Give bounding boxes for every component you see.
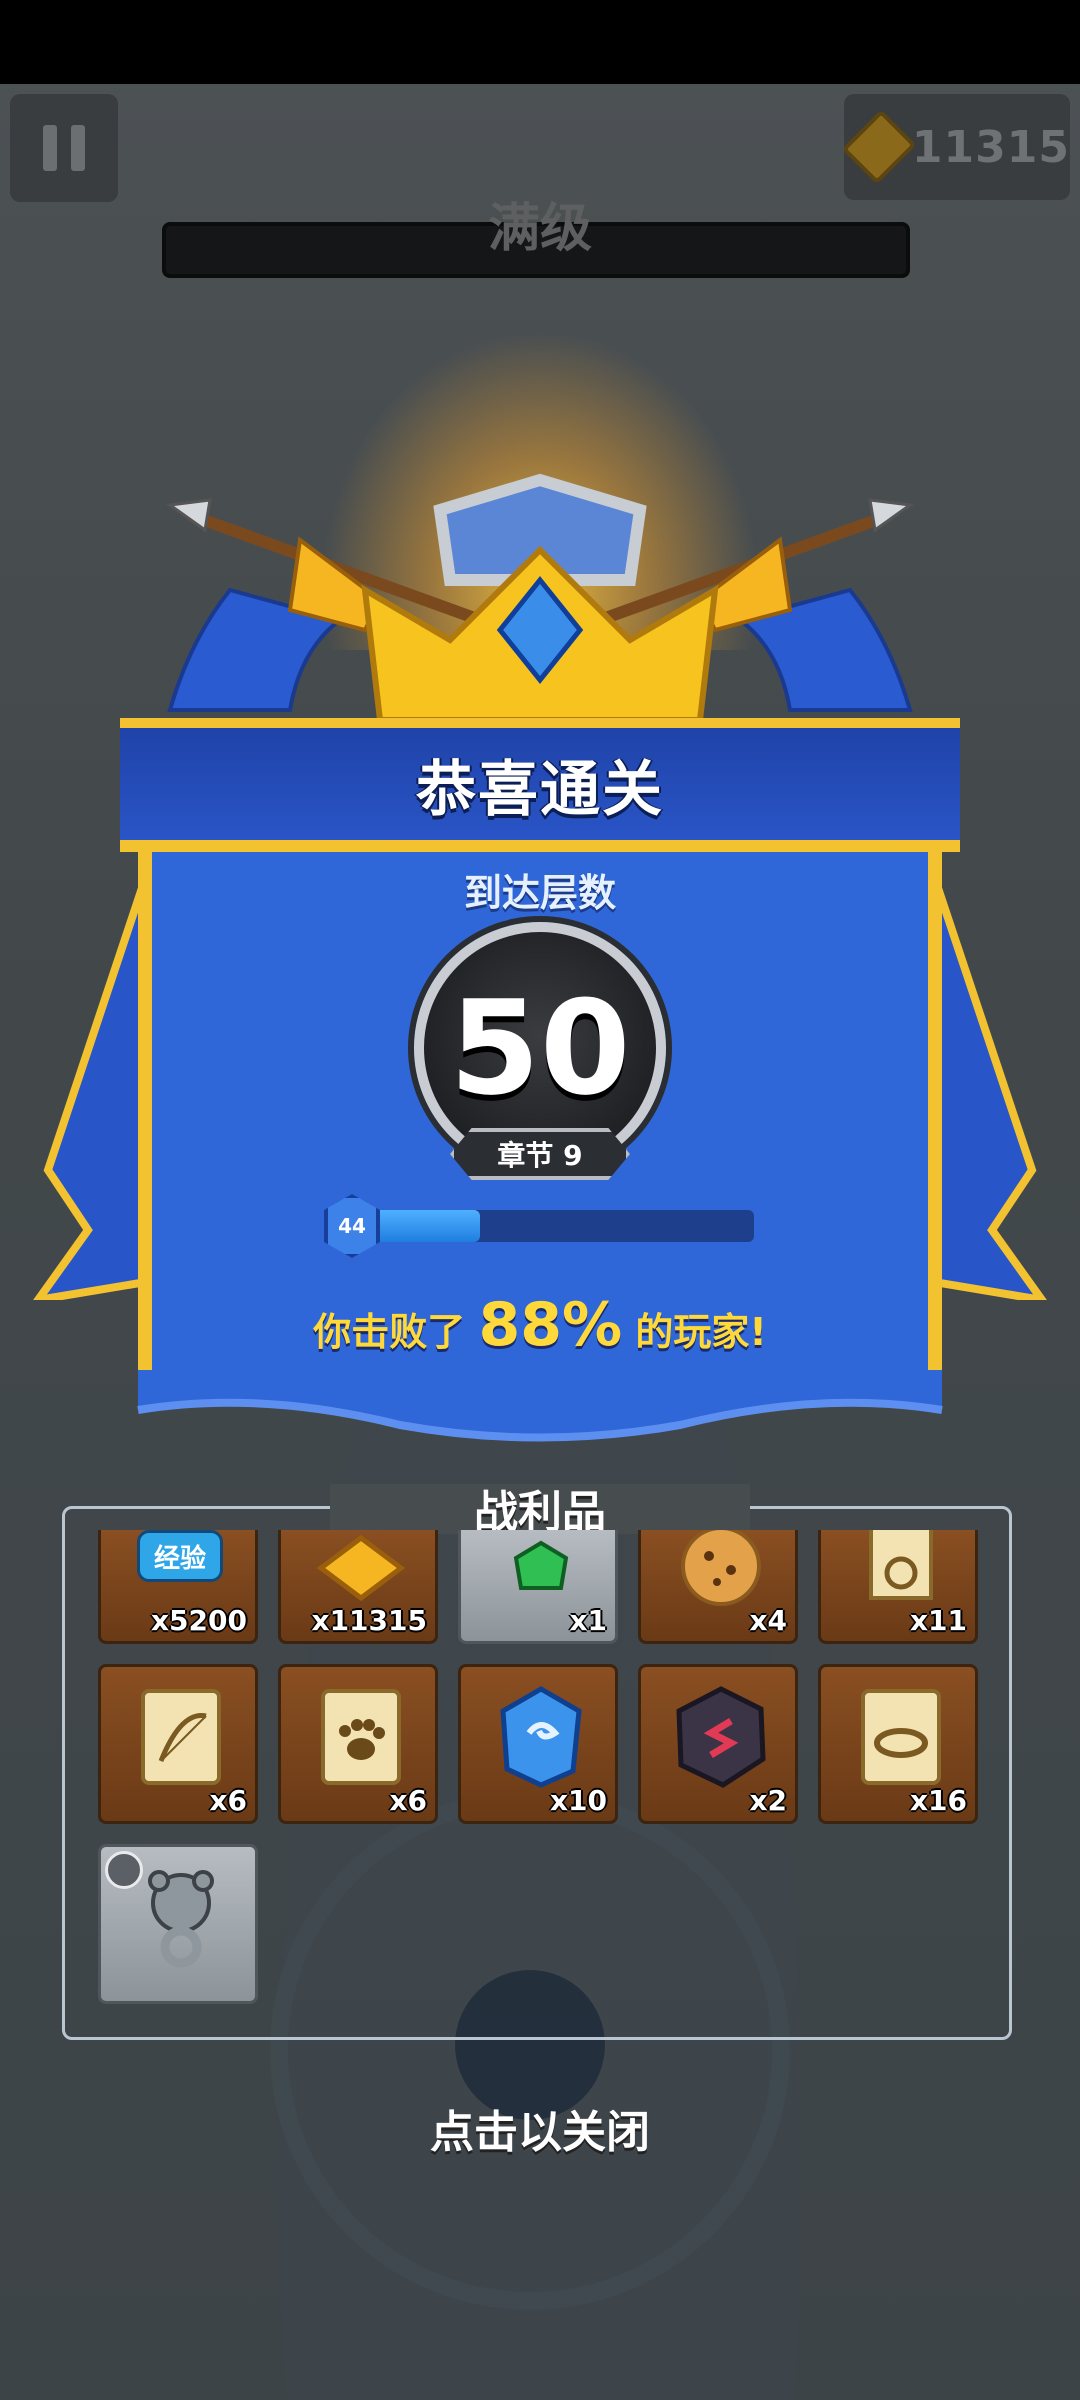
loot-count: x11315 (311, 1604, 427, 1637)
bow-scroll-icon (141, 1689, 221, 1785)
defeat-percent: 88% (478, 1290, 623, 1360)
level-label: 满级 (487, 199, 592, 259)
xp-badge-icon: 经验 (137, 1530, 223, 1582)
tap-to-close-hint[interactable]: 点击以关闭 (0, 2096, 1080, 2160)
loot-item-gold-bow[interactable]: x11315 (278, 1530, 438, 1644)
victory-crown-icon (166, 473, 914, 723)
defeat-percentile: 你击败了 88% 的玩家! (0, 1290, 1080, 1360)
gold-amount: 11315 (911, 121, 1070, 173)
bear-ring-icon (148, 1870, 214, 1968)
loot-item-rune-stone[interactable]: x2 (638, 1664, 798, 1824)
pause-icon (43, 125, 57, 171)
loot-item-blue-crystal[interactable]: x10 (458, 1664, 618, 1824)
gold-coin-icon (841, 109, 917, 185)
loot-count: x1 (569, 1604, 607, 1637)
loot-item-green-gem[interactable]: x1 (458, 1530, 618, 1644)
banner-bottom-edge (137, 1370, 943, 1442)
hero-level-progress (362, 1210, 754, 1242)
floor-label: 到达层数 (463, 871, 616, 915)
defeat-suffix: 的玩家! (635, 1310, 767, 1354)
loot-count: x5200 (151, 1604, 247, 1637)
loot-item-bear-ring[interactable] (98, 1844, 258, 2004)
loot-count: x6 (209, 1784, 247, 1817)
ring-scroll-icon (869, 1530, 933, 1600)
loot-item-bow-scroll[interactable]: x6 (98, 1664, 258, 1824)
paw-scroll-icon (321, 1689, 401, 1785)
loot-item-paw-scroll[interactable]: x6 (278, 1664, 438, 1824)
loot-item-xp[interactable]: 经验 x5200 (98, 1530, 258, 1644)
status-bar (0, 0, 1080, 84)
bracelet-scroll-icon (861, 1689, 941, 1785)
loot-item-bracelet-scroll[interactable]: x16 (818, 1664, 978, 1824)
loot-item-ring-scroll[interactable]: x11 (818, 1530, 978, 1644)
result-title-bar: 恭喜通关 (120, 718, 960, 852)
cookie-icon (681, 1530, 761, 1606)
loot-count: x6 (389, 1784, 427, 1817)
loot-count: x4 (749, 1604, 787, 1637)
blue-crystal-icon (500, 1686, 582, 1788)
green-gem-icon (513, 1540, 569, 1590)
pause-icon-bar (71, 125, 85, 171)
bow-scroll-gold-icon (316, 1534, 406, 1602)
loot-count: x11 (909, 1604, 967, 1637)
floor-number: 50 (449, 972, 631, 1124)
dark-rune-stone-icon (676, 1686, 766, 1788)
gold-counter: 11315 (841, 94, 1070, 200)
result-title: 恭喜通关 (416, 754, 664, 825)
loot-count: x2 (749, 1784, 787, 1817)
defeat-prefix: 你击败了 (313, 1310, 466, 1354)
chapter-tag: 章节 9 (450, 1128, 630, 1180)
loot-count: x16 (909, 1784, 967, 1817)
loot-count: x10 (549, 1784, 607, 1817)
loot-item-cookie[interactable]: x4 (638, 1530, 798, 1644)
